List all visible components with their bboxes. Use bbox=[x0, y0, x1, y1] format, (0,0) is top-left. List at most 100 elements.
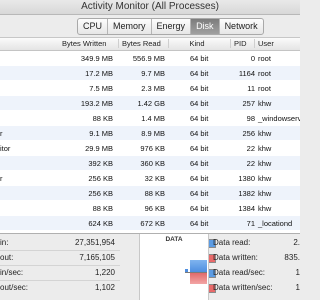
cell-bytes-read: 96 KB bbox=[144, 204, 165, 213]
table-row[interactable]: r 9.1 MB 8.9 MB 64 bit 256 khw bbox=[0, 126, 300, 141]
cell-bytes-written: 88 KB bbox=[92, 204, 113, 213]
cell-pid: 257 bbox=[242, 99, 255, 108]
cell-process-name: r bbox=[0, 129, 3, 138]
data-written-sec-value: 1 bbox=[295, 283, 300, 292]
cell-pid: 1384 bbox=[238, 204, 255, 213]
cell-user: root bbox=[258, 69, 271, 78]
cell-bytes-written: 624 KB bbox=[88, 219, 113, 228]
cell-kind: 64 bit bbox=[190, 189, 209, 198]
cell-bytes-read: 556.9 MB bbox=[132, 54, 165, 63]
cell-pid: 0 bbox=[250, 54, 255, 63]
cell-kind: 64 bit bbox=[190, 114, 209, 123]
stat-divider bbox=[0, 265, 120, 266]
column-header-bytes-written[interactable]: Bytes Written bbox=[62, 39, 106, 48]
column-header-pid[interactable]: PID bbox=[230, 39, 247, 48]
tab-memory[interactable]: Memory bbox=[108, 19, 152, 34]
table-row[interactable]: 349.9 MB 556.9 MB 64 bit 0 root bbox=[0, 51, 300, 66]
stat-label-out: out: bbox=[0, 253, 14, 262]
cell-bytes-read: 32 KB bbox=[144, 174, 165, 183]
cell-bytes-read: 672 KB bbox=[140, 219, 165, 228]
cell-pid: 22 bbox=[246, 144, 255, 153]
table-row[interactable]: 193.2 MB 1.42 GB 64 bit 257 khw bbox=[0, 96, 300, 111]
cell-pid: 11 bbox=[247, 84, 255, 93]
activity-monitor-window: Activity Monitor (All Processes) CPU Mem… bbox=[0, 0, 300, 300]
cell-bytes-written: 17.2 MB bbox=[85, 69, 113, 78]
cell-pid: 256 bbox=[242, 129, 255, 138]
table-row[interactable]: 624 KB 672 KB 64 bit 71 _locationd bbox=[0, 216, 300, 231]
cell-bytes-written: 392 KB bbox=[88, 159, 113, 168]
table-row[interactable]: 256 KB 88 KB 64 bit 1382 khw bbox=[0, 186, 300, 201]
table-header: Bytes Written Bytes Read Kind PID User bbox=[0, 38, 300, 51]
cell-bytes-read: 8.9 MB bbox=[141, 129, 165, 138]
stat-divider bbox=[0, 250, 120, 251]
stat-value-in-sec: 1,220 bbox=[94, 268, 115, 277]
cell-pid: 22 bbox=[246, 159, 255, 168]
data-written-value: 835. bbox=[284, 253, 300, 262]
cell-pid: 71 bbox=[246, 219, 255, 228]
stat-divider bbox=[0, 280, 120, 281]
disk-activity-graph: DATA bbox=[139, 234, 209, 300]
title-bar: Activity Monitor (All Processes) bbox=[0, 0, 300, 15]
table-row[interactable]: itor 29.9 MB 976 KB 64 bit 22 khw bbox=[0, 141, 300, 156]
column-header-kind[interactable]: Kind bbox=[168, 39, 222, 48]
cell-pid: 98 bbox=[246, 114, 255, 123]
cell-bytes-written: 256 KB bbox=[88, 174, 113, 183]
cell-kind: 64 bit bbox=[190, 99, 209, 108]
cell-user: khw bbox=[258, 129, 272, 138]
cell-kind: 64 bit bbox=[190, 159, 209, 168]
cell-user: _windowserver bbox=[258, 114, 300, 123]
cell-process-name: itor bbox=[0, 144, 11, 153]
stat-value-out: 7,165,105 bbox=[79, 253, 115, 262]
graph-read-area bbox=[190, 260, 207, 272]
cell-kind: 64 bit bbox=[190, 144, 209, 153]
cell-user: root bbox=[258, 84, 271, 93]
cell-user: khw bbox=[258, 159, 272, 168]
data-read-sec-value: 1 bbox=[295, 268, 300, 277]
cell-kind: 64 bit bbox=[190, 129, 209, 138]
tab-cpu[interactable]: CPU bbox=[78, 19, 109, 34]
stat-label-in-sec: in/sec: bbox=[0, 268, 24, 277]
cell-user: _locationd bbox=[258, 219, 293, 228]
cell-kind: 64 bit bbox=[190, 219, 209, 228]
column-header-bytes-read[interactable]: Bytes Read bbox=[118, 39, 161, 48]
cell-user: khw bbox=[258, 174, 272, 183]
cell-kind: 64 bit bbox=[190, 84, 209, 93]
graph-plot bbox=[185, 250, 207, 294]
table-row[interactable]: 17.2 MB 9.7 MB 64 bit 1164 root bbox=[0, 66, 300, 81]
cell-bytes-written: 193.2 MB bbox=[80, 99, 113, 108]
graph-title: DATA bbox=[165, 236, 183, 243]
cell-bytes-read: 9.7 MB bbox=[141, 69, 165, 78]
cell-user: khw bbox=[258, 204, 272, 213]
cell-kind: 64 bit bbox=[190, 204, 209, 213]
cell-kind: 64 bit bbox=[190, 69, 209, 78]
cell-bytes-read: 976 KB bbox=[140, 144, 165, 153]
cell-bytes-written: 88 KB bbox=[92, 114, 113, 123]
stat-label-out-sec: out/sec: bbox=[0, 283, 29, 292]
table-row[interactable]: 7.5 MB 2.3 MB 64 bit 11 root bbox=[0, 81, 300, 96]
tab-disk[interactable]: Disk bbox=[191, 19, 220, 34]
cell-bytes-written: 349.9 MB bbox=[80, 54, 113, 63]
cell-pid: 1380 bbox=[238, 174, 255, 183]
cell-bytes-read: 360 KB bbox=[140, 159, 165, 168]
table-row[interactable]: 392 KB 360 KB 64 bit 22 khw bbox=[0, 156, 300, 171]
column-header-user[interactable]: User bbox=[254, 39, 274, 48]
table-row[interactable]: r 256 KB 32 KB 64 bit 1380 khw bbox=[0, 171, 300, 186]
table-body: 349.9 MB 556.9 MB 64 bit 0 root 17.2 MB 9.7 MB… bbox=[0, 51, 300, 233]
stat-value-in: 27,351,954 bbox=[74, 238, 115, 247]
cell-bytes-written: 29.9 MB bbox=[85, 144, 113, 153]
tab-energy[interactable]: Energy bbox=[152, 19, 192, 34]
cell-kind: 64 bit bbox=[190, 54, 209, 63]
cell-bytes-written: 7.5 MB bbox=[89, 84, 113, 93]
stat-label-in: in: bbox=[0, 238, 9, 247]
table-row[interactable]: 88 KB 96 KB 64 bit 1384 khw bbox=[0, 201, 300, 216]
cell-bytes-read: 88 KB bbox=[144, 189, 165, 198]
cell-pid: 1164 bbox=[238, 69, 255, 78]
tab-network[interactable]: Network bbox=[220, 19, 263, 34]
table-row[interactable]: 88 KB 1.4 MB 64 bit 98_windowserver bbox=[0, 111, 300, 126]
cell-kind: 64 bit bbox=[190, 174, 209, 183]
cell-user: root bbox=[258, 54, 271, 63]
data-read-value: 2. bbox=[293, 238, 300, 247]
graph-written-area bbox=[190, 273, 207, 284]
stat-value-out-sec: 1,102 bbox=[94, 283, 115, 292]
cell-pid: 1382 bbox=[238, 189, 255, 198]
